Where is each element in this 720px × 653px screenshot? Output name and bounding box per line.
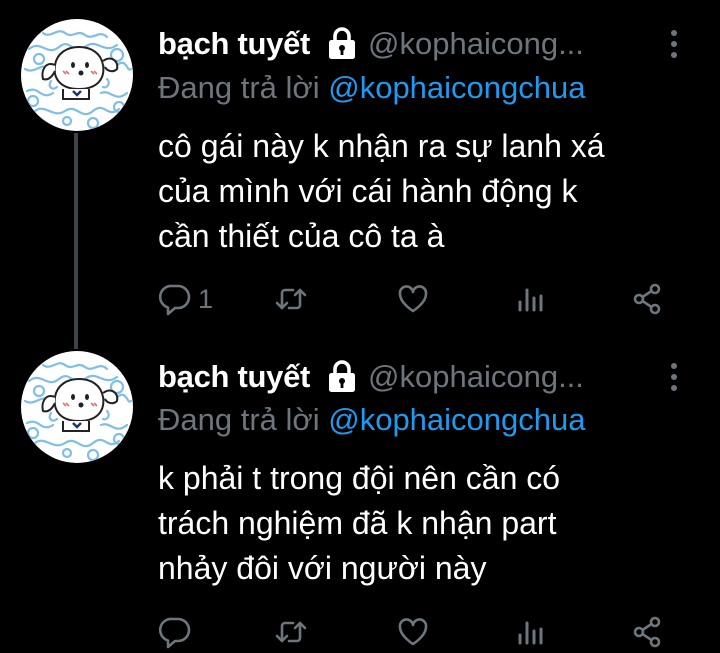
tweet-text-line: cô gái này k nhận ra sự lanh xá <box>158 128 605 164</box>
tweet-text-line: k phải t trong đội nên cần có <box>158 460 561 496</box>
stats-button[interactable] <box>513 611 547 653</box>
tweet-actions: 1 <box>158 278 678 320</box>
display-name[interactable]: bạch tuyết <box>158 359 310 395</box>
retweet-button[interactable] <box>274 611 308 653</box>
tweet-text-line: của mình với cái hành động k <box>158 173 578 209</box>
replying-to: Đang trả lời @kophaicongchua <box>158 70 586 106</box>
display-name[interactable]: bạch tuyết <box>158 26 310 62</box>
avatar[interactable] <box>21 351 133 463</box>
like-button[interactable] <box>396 278 430 320</box>
tweet-actions <box>158 611 678 653</box>
like-icon <box>398 285 428 313</box>
like-button[interactable] <box>396 611 430 653</box>
tweet[interactable]: bạch tuyết @kophaicong... Đang trả lời @… <box>0 0 720 335</box>
tweet-text-line: trách nghiệm đã k nhận part <box>158 505 557 541</box>
lock-icon <box>326 360 358 394</box>
lock-icon <box>326 27 358 61</box>
tweet-text: k phải t trong đội nên cần có trách nghi… <box>158 456 698 591</box>
replying-to: Đang trả lời @kophaicongchua <box>158 402 586 438</box>
share-icon <box>633 616 661 648</box>
stats-icon <box>518 621 543 645</box>
tweet-header: bạch tuyết @kophaicong... <box>158 22 584 66</box>
tweet[interactable]: bạch tuyết @kophaicong... Đang trả lời @… <box>0 335 720 651</box>
reply-icon <box>158 617 191 649</box>
avatar[interactable] <box>21 19 133 131</box>
tweet-text: cô gái này k nhận ra sự lanh xá của mình… <box>158 124 698 259</box>
mention-link[interactable]: @kophaicongchua <box>328 402 585 437</box>
replying-to-label: Đang trả lời <box>158 70 329 105</box>
share-icon <box>633 283 661 315</box>
reply-button[interactable]: 1 <box>158 278 213 320</box>
more-icon[interactable] <box>660 357 688 397</box>
like-icon <box>398 618 428 646</box>
reply-button[interactable] <box>158 611 198 653</box>
share-button[interactable] <box>630 611 664 653</box>
retweet-icon <box>275 288 307 310</box>
replying-to-label: Đang trả lời <box>158 402 329 437</box>
stats-button[interactable] <box>513 278 547 320</box>
reply-count: 1 <box>198 283 214 314</box>
user-handle[interactable]: @kophaicong... <box>368 359 584 395</box>
mention-link[interactable]: @kophaicongchua <box>328 70 585 105</box>
retweet-button[interactable] <box>274 278 308 320</box>
tweet-text-line: nhảy đôi với người này <box>158 550 487 586</box>
more-icon[interactable] <box>660 24 688 64</box>
reply-icon <box>158 284 191 316</box>
tweet-header: bạch tuyết @kophaicong... <box>158 355 584 399</box>
tweet-text-line: cần thiết của cô ta à <box>158 218 445 254</box>
share-button[interactable] <box>630 278 664 320</box>
retweet-icon <box>275 621 307 643</box>
user-handle[interactable]: @kophaicong... <box>368 26 584 62</box>
stats-icon <box>518 288 543 312</box>
